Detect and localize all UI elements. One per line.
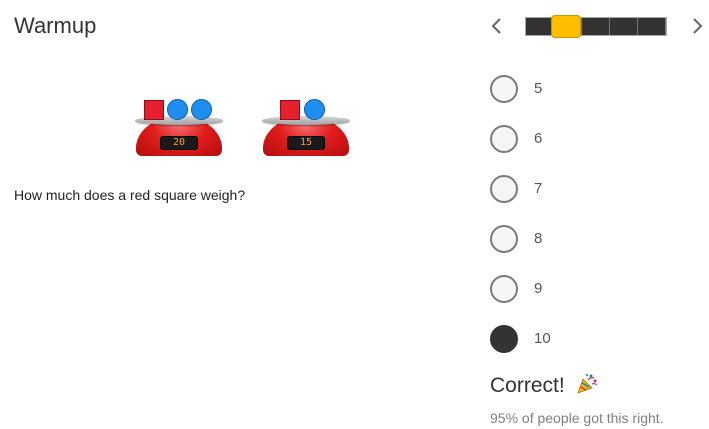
radio-button[interactable] [490, 75, 518, 103]
scale-plate [262, 116, 350, 125]
progress-segment[interactable] [610, 18, 638, 35]
option-7[interactable]: 7 [490, 175, 610, 203]
blue-circle [191, 99, 212, 120]
blue-circle [304, 99, 325, 120]
option-label: 6 [534, 130, 543, 147]
question-text: How much does a red square weigh? [14, 187, 246, 203]
chevron-right-icon [693, 18, 703, 34]
option-9[interactable]: 9 [490, 275, 610, 303]
option-label: 5 [534, 80, 543, 97]
progress-segment[interactable] [526, 18, 554, 35]
red-square [144, 100, 164, 120]
progress-bar[interactable] [525, 15, 667, 38]
chevron-left-icon [491, 18, 501, 34]
progress-current-marker [551, 15, 581, 38]
option-label: 9 [534, 280, 543, 297]
radio-button[interactable] [490, 225, 518, 253]
radio-button[interactable] [490, 275, 518, 303]
option-5[interactable]: 5 [490, 75, 610, 103]
scale-reading: 20 [160, 136, 198, 150]
option-6[interactable]: 6 [490, 125, 610, 153]
feedback-result: Correct! [490, 374, 565, 397]
option-label: 8 [534, 230, 543, 247]
blue-circle [167, 99, 188, 120]
scale-reading: 15 [287, 136, 325, 150]
scale-2: 15 [262, 98, 350, 158]
option-8[interactable]: 8 [490, 225, 610, 253]
radio-button[interactable] [490, 175, 518, 203]
feedback-stat: 95% of people got this right. [490, 410, 664, 426]
radio-button-selected[interactable] [490, 325, 518, 353]
party-popper-icon [577, 373, 598, 394]
prev-button[interactable] [487, 14, 507, 38]
red-square [280, 100, 300, 120]
progress-segment[interactable] [638, 18, 666, 35]
progress-segment[interactable] [582, 18, 610, 35]
next-button[interactable] [687, 14, 707, 38]
scale-1: 20 [135, 98, 223, 158]
page-title: Warmup [14, 13, 97, 38]
option-label: 7 [534, 180, 543, 197]
option-label: 10 [534, 330, 551, 347]
option-10[interactable]: 10 [490, 325, 610, 353]
radio-button[interactable] [490, 125, 518, 153]
